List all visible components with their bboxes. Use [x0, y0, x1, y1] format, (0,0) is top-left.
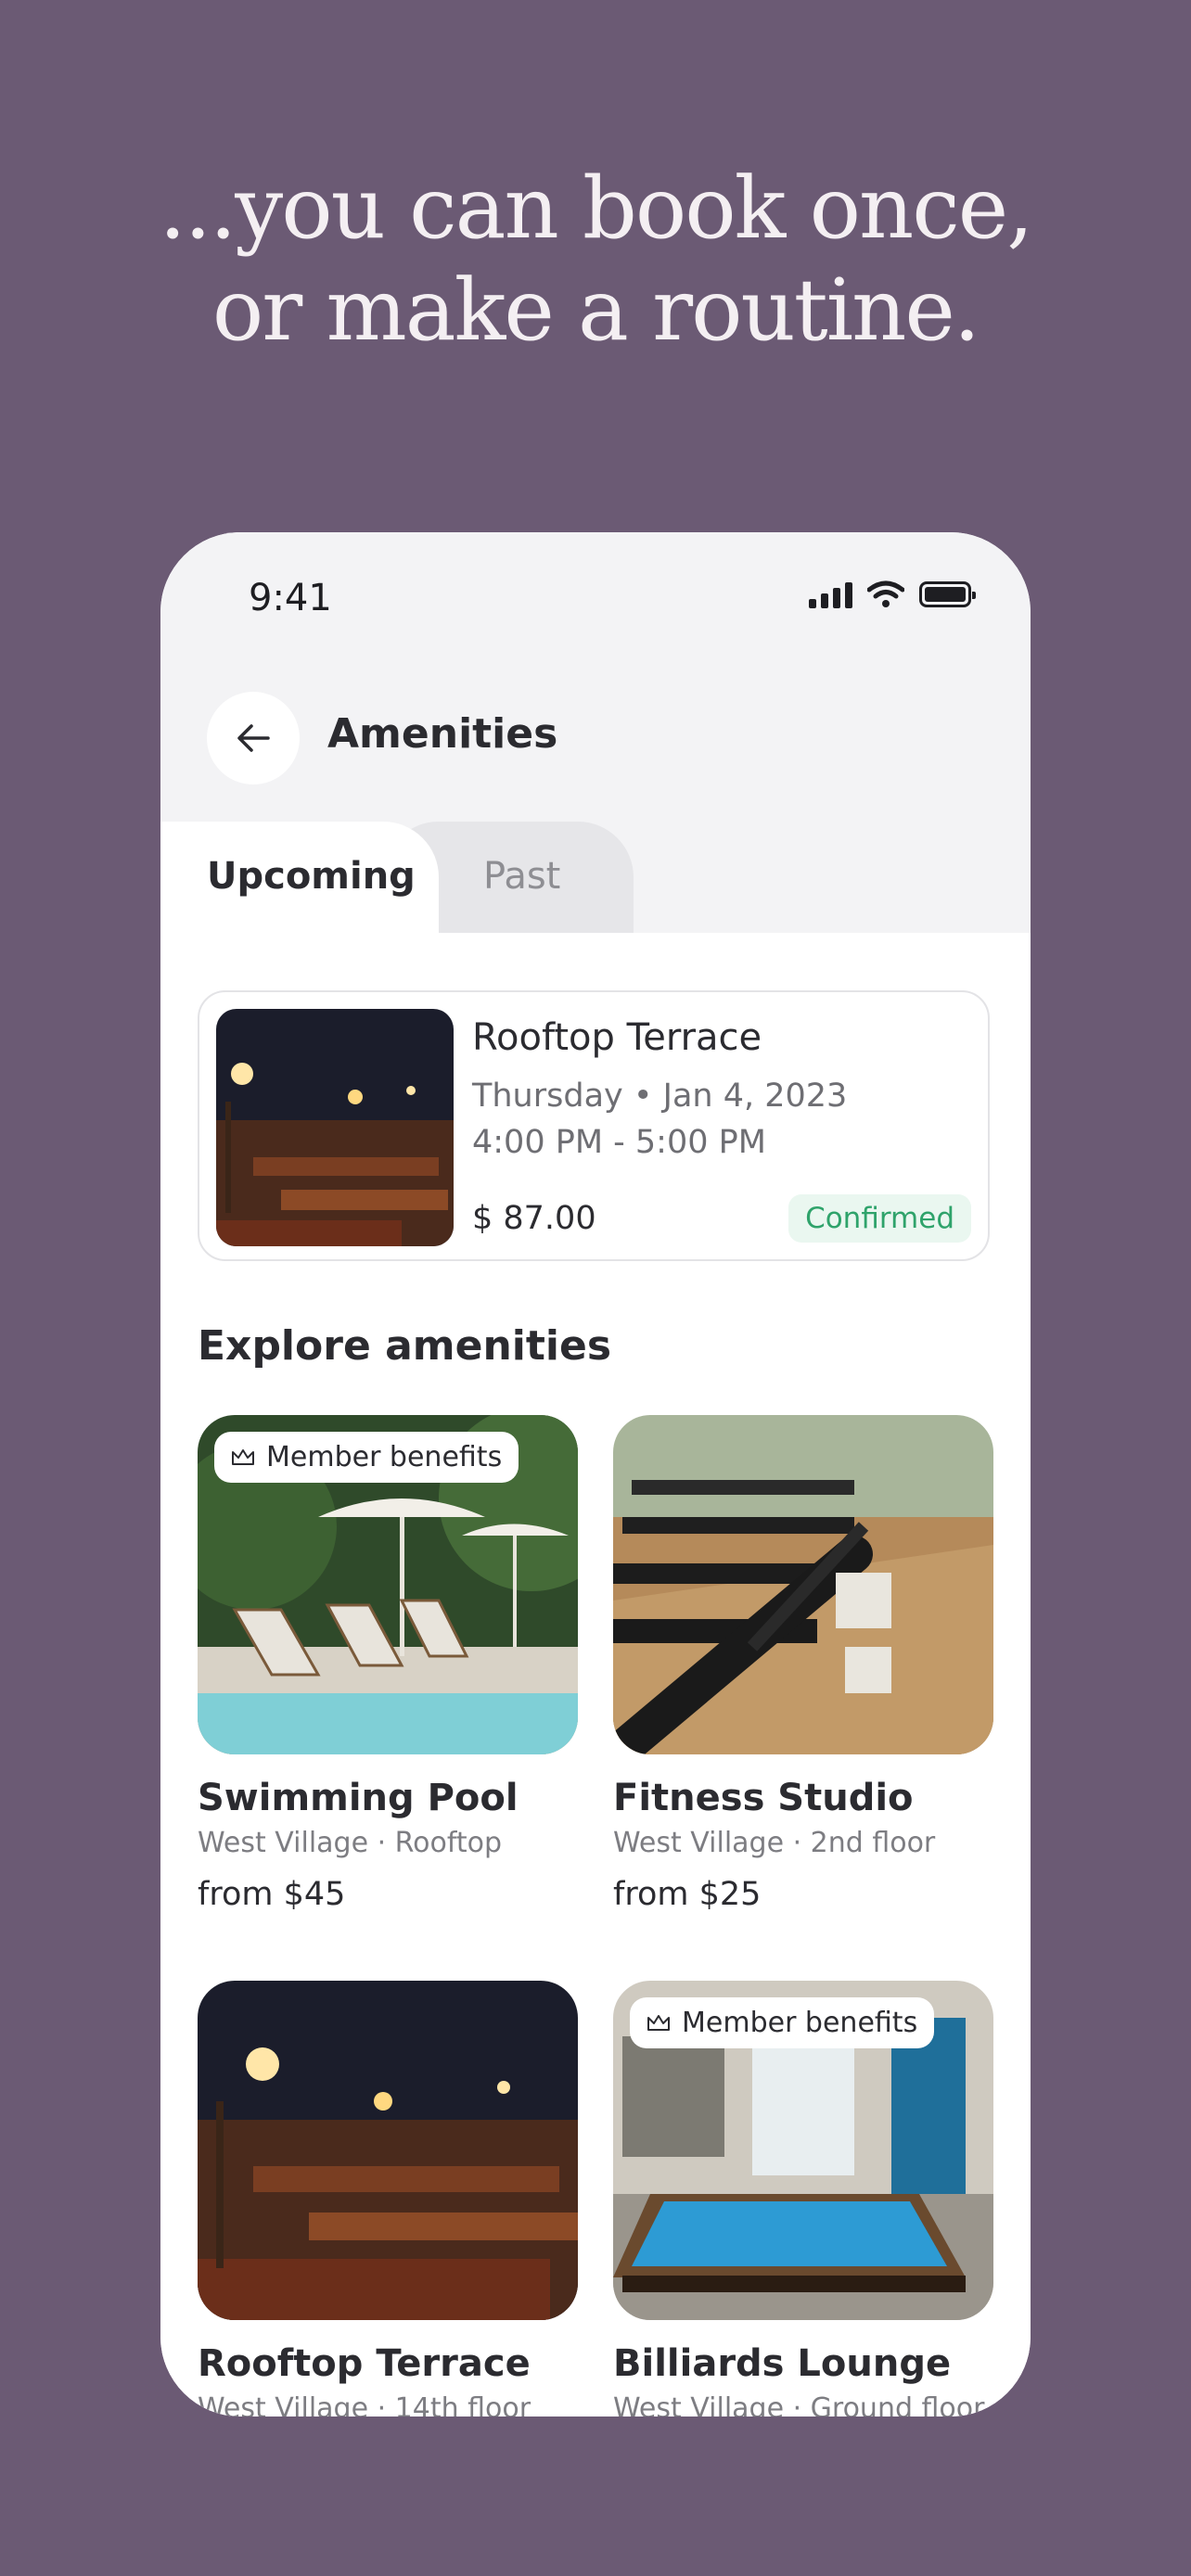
tab-past-label[interactable]: Past	[483, 855, 560, 898]
tab-upcoming-label[interactable]: Upcoming	[207, 855, 416, 898]
amenity-location: West Village · 14th floor	[198, 2392, 531, 2417]
headline-line-2: or make a routine.	[211, 261, 980, 360]
arrow-left-icon	[237, 724, 270, 752]
crown-icon	[232, 1448, 254, 1465]
amenity-card-fitness-studio[interactable]: Fitness Studio West Village · 2nd floor …	[613, 1415, 993, 1913]
amenity-image	[613, 1415, 993, 1754]
section-title: Explore amenities	[198, 1322, 612, 1370]
amenity-image: Member benefits	[613, 1981, 993, 2320]
status-time: 9:41	[249, 577, 332, 619]
amenity-location: West Village · Rooftop	[198, 1827, 503, 1859]
status-badge: Confirmed	[788, 1194, 971, 1243]
amenity-price: from $25	[613, 1876, 762, 1913]
member-benefits-badge: Member benefits	[630, 1997, 935, 2048]
booking-date: Thursday • Jan 4, 2023	[472, 1078, 848, 1115]
booking-name: Rooftop Terrace	[472, 1016, 762, 1059]
amenity-image: Member benefits	[198, 1415, 578, 1754]
amenity-name: Fitness Studio	[613, 1777, 914, 1819]
headline-line-1: ...you can book once,	[159, 159, 1034, 258]
status-icons	[809, 580, 976, 608]
page-title: Amenities	[327, 710, 558, 758]
booking-price: $ 87.00	[472, 1200, 596, 1237]
booking-time: 4:00 PM - 5:00 PM	[472, 1124, 766, 1161]
amenity-location: West Village · 2nd floor	[613, 1827, 936, 1859]
member-benefits-label: Member benefits	[682, 2007, 918, 2039]
amenity-card-rooftop-terrace[interactable]: Rooftop Terrace West Village · 14th floo…	[198, 1981, 578, 2417]
booking-thumbnail	[216, 1009, 454, 1246]
amenity-card-swimming-pool[interactable]: Member benefits Swimming Pool West Villa…	[198, 1415, 578, 1913]
battery-icon	[919, 581, 976, 607]
booking-card[interactable]: Rooftop Terrace Thursday • Jan 4, 2023 4…	[198, 990, 990, 1261]
signal-icon	[809, 580, 852, 608]
amenity-card-billiards-lounge[interactable]: Member benefits Billiards Lounge West Vi…	[613, 1981, 993, 2417]
amenity-location: West Village · Ground floor	[613, 2392, 985, 2417]
headline: ...you can book once, or make a routine.	[0, 158, 1191, 362]
wifi-icon	[867, 580, 904, 607]
amenity-name: Rooftop Terrace	[198, 2342, 531, 2385]
member-benefits-label: Member benefits	[266, 1441, 503, 1473]
member-benefits-badge: Member benefits	[214, 1432, 519, 1483]
phone-frame: 9:41 Amenities Upcoming Past Rooftop Ter…	[160, 532, 1031, 2417]
amenity-price: from $45	[198, 1876, 346, 1913]
content-area: Rooftop Terrace Thursday • Jan 4, 2023 4…	[160, 933, 1031, 2417]
crown-icon	[647, 2014, 670, 2031]
back-button[interactable]	[207, 692, 300, 784]
amenity-name: Billiards Lounge	[613, 2342, 952, 2385]
amenity-image	[198, 1981, 578, 2320]
amenity-name: Swimming Pool	[198, 1777, 519, 1819]
